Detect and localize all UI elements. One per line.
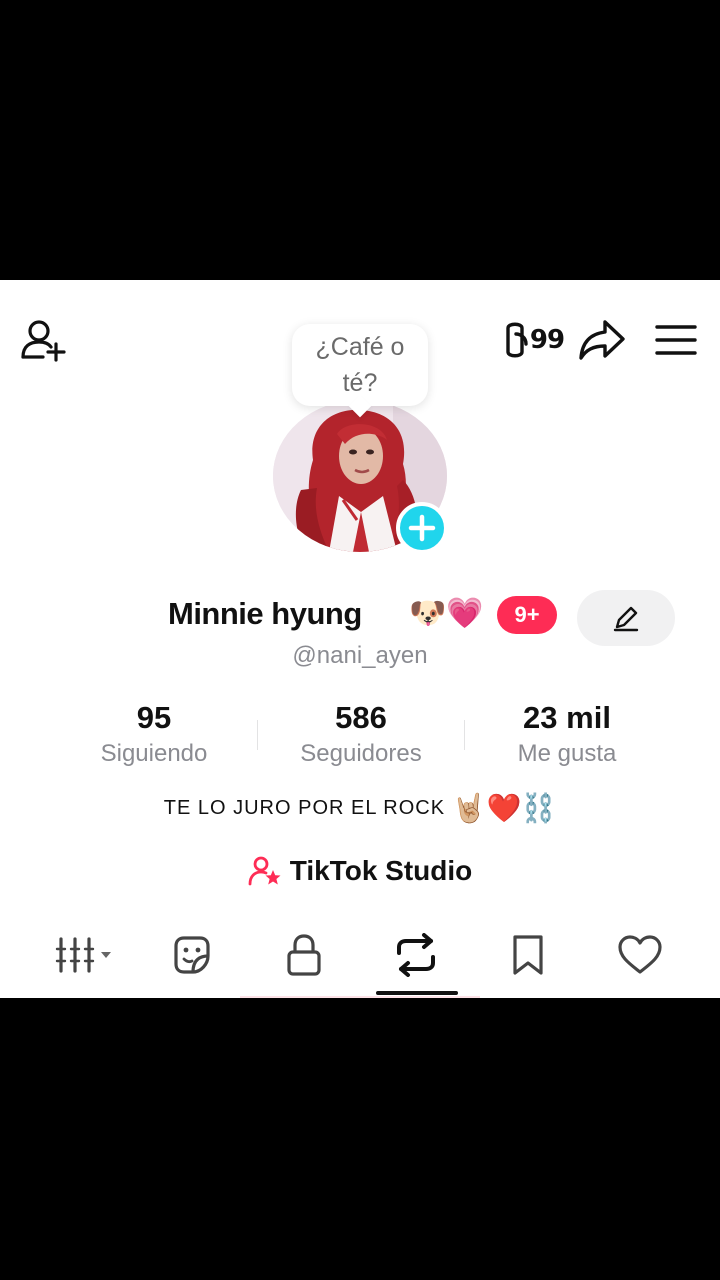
stat-label: Me gusta — [517, 740, 617, 767]
stat-label: Siguiendo — [100, 740, 208, 767]
bio: TE LO JURO POR EL ROCK 🤘🏼❤️⛓️ — [0, 788, 720, 829]
tab-stickers[interactable] — [147, 926, 237, 984]
stat-value: 95 — [136, 700, 172, 735]
stat-followers[interactable]: 586 Seguidores — [258, 698, 464, 770]
tiktok-studio-label: TikTok Studio — [289, 855, 473, 886]
tiktok-studio-link[interactable]: TikTok Studio — [0, 850, 720, 892]
tab-reposts[interactable] — [371, 926, 461, 984]
sticker-icon — [174, 936, 210, 974]
content-tabs — [0, 920, 720, 998]
stat-label: Seguidores — [300, 740, 422, 767]
pencil-icon — [613, 606, 639, 632]
notification-badge[interactable]: 9+ — [497, 596, 557, 634]
edit-profile-button[interactable] — [577, 590, 675, 646]
tab-videos[interactable] — [42, 926, 132, 984]
tab-saved[interactable] — [483, 926, 573, 984]
share-icon[interactable] — [574, 316, 630, 364]
active-tab-indicator — [376, 991, 458, 995]
bio-emojis: 🤘🏼❤️⛓️ — [451, 792, 557, 824]
add-story-button[interactable] — [396, 502, 448, 554]
streak-icon[interactable]: 99 — [500, 316, 566, 364]
stat-value: 586 — [335, 700, 387, 735]
repost-icon — [397, 933, 435, 977]
streak-count: 99 — [529, 325, 565, 355]
bottom-divider — [240, 996, 480, 998]
stat-value: 23 mil — [523, 700, 611, 735]
lock-icon — [287, 934, 321, 976]
add-friend-icon[interactable] — [18, 316, 70, 364]
tab-liked[interactable] — [595, 926, 685, 984]
display-name: Minnie hyung — [168, 596, 362, 631]
profile-panel: 99 ¿Café o té? Minnie hyung 🐶💗 9+ @nani_… — [0, 280, 720, 998]
heart-icon — [618, 935, 662, 974]
stat-following[interactable]: 95 Siguiendo — [51, 698, 257, 770]
username: @nani_ayen — [292, 642, 428, 669]
menu-icon[interactable] — [650, 316, 702, 364]
grid-icon — [55, 937, 111, 973]
stats-row: 95 Siguiendo 586 Seguidores 23 mil Me gu… — [0, 698, 720, 772]
display-name-emojis: 🐶💗 — [409, 597, 484, 630]
bio-text: TE LO JURO POR EL ROCK — [163, 797, 446, 819]
profile-note-bubble[interactable]: ¿Café o té? — [292, 324, 428, 406]
profile-note-text: ¿Café o té? — [315, 333, 405, 397]
name-row: Minnie hyung 🐶💗 9+ — [0, 590, 720, 646]
creator-star-icon — [248, 856, 281, 886]
tab-private[interactable] — [259, 926, 349, 984]
stat-likes[interactable]: 23 mil Me gusta — [464, 698, 670, 770]
bookmark-icon — [513, 935, 543, 975]
